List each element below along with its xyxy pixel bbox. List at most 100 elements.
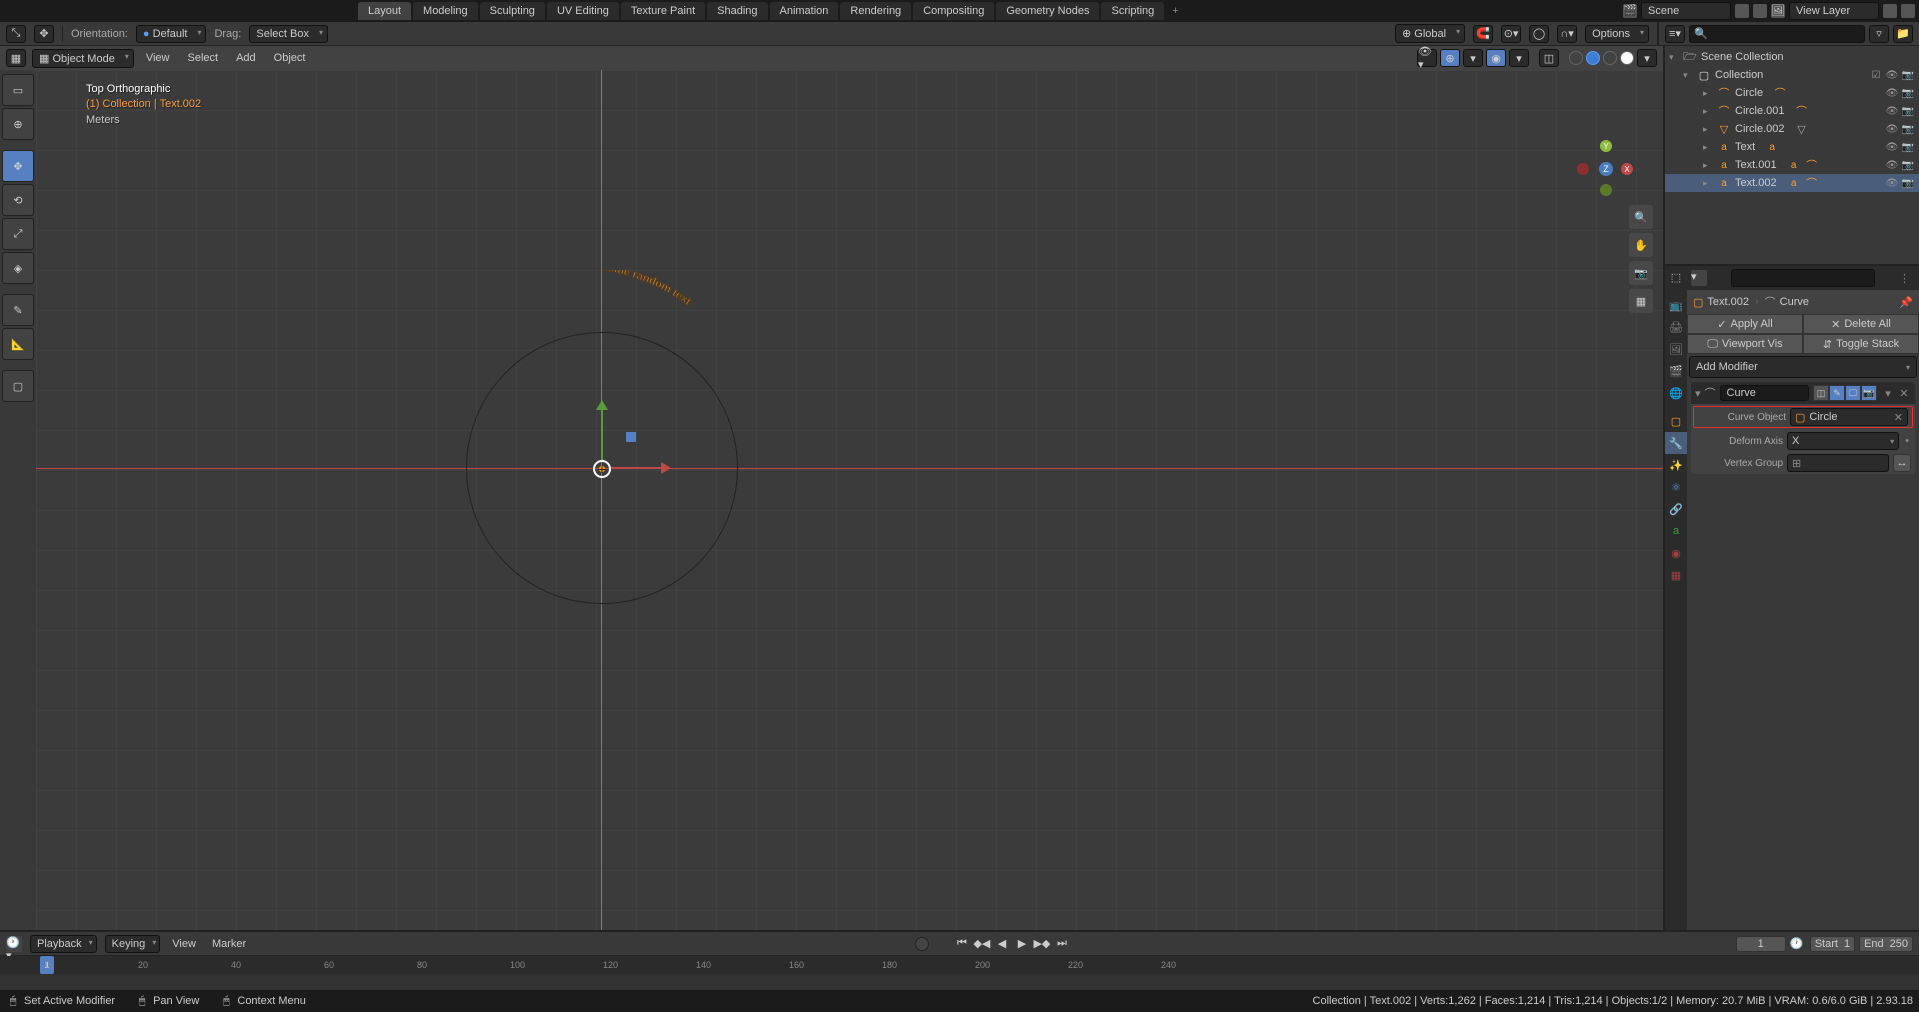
outliner-item-circle001[interactable]: ▸⌒ Circle.001 ⌒ 👁📷 [1665, 102, 1919, 120]
mod-edit-mode-icon[interactable]: ✎ [1829, 385, 1845, 401]
transform-tool[interactable]: ◈ [2, 252, 34, 284]
vertex-group-invert-icon[interactable]: ↔ [1893, 454, 1911, 472]
breadcrumb-object[interactable]: ▢ Text.002 [1693, 296, 1749, 309]
viewlayer-browse-icon[interactable]: 🖼 [1771, 4, 1785, 18]
jump-to-end-icon[interactable]: ⏭ [1053, 935, 1071, 953]
modifier-delete-icon[interactable]: ✕ [1897, 387, 1911, 400]
play-icon[interactable]: ▶ [1013, 935, 1031, 953]
scene-name-field[interactable]: Scene [1641, 2, 1731, 20]
ptab-scene[interactable]: 🎬 [1665, 360, 1687, 382]
shading-options-icon[interactable]: ▾ [1637, 49, 1657, 67]
eye-icon[interactable]: 👁 [1885, 86, 1899, 100]
render-icon[interactable]: 📷 [1901, 158, 1915, 172]
eye-icon[interactable]: 👁 [1885, 68, 1899, 82]
vertex-group-field[interactable]: ⊞ [1787, 454, 1889, 472]
eye-icon[interactable]: 👁 [1885, 140, 1899, 154]
cursor-tool-icon[interactable]: ⤡ [6, 25, 26, 43]
viewport-menu-view[interactable]: View [140, 52, 176, 64]
add-modifier-dropdown[interactable]: Add Modifier [1689, 356, 1917, 378]
props-editor-icon[interactable]: ▾ [1691, 270, 1707, 286]
add-cube-tool[interactable]: ▢ [2, 370, 34, 402]
eye-icon[interactable]: 👁 [1885, 158, 1899, 172]
ptab-texture[interactable]: ▦ [1665, 564, 1687, 586]
tab-sculpting[interactable]: Sculpting [480, 2, 545, 20]
options-dropdown[interactable]: Options [1585, 25, 1649, 43]
xray-toggle-icon[interactable]: ◫ [1539, 49, 1559, 67]
pan-icon[interactable]: ✋ [1629, 233, 1653, 257]
keyframe-prev-icon[interactable]: ◆◀ [973, 935, 991, 953]
toggle-stack-button[interactable]: ⇵Toggle Stack [1803, 334, 1919, 354]
modifier-extras-icon[interactable]: ▾ [1881, 387, 1895, 400]
proportional-icon[interactable]: ◯ [1529, 25, 1549, 43]
gizmo-toggle-icon[interactable]: ⊕ [1440, 49, 1460, 67]
render-icon[interactable]: 📷 [1901, 104, 1915, 118]
ptab-viewlayer[interactable]: 🖼 [1665, 338, 1687, 360]
scene-new-icon[interactable] [1735, 4, 1749, 18]
viewlayer-new-icon[interactable] [1883, 4, 1897, 18]
tab-compositing[interactable]: Compositing [913, 2, 994, 20]
mod-on-cage-icon[interactable]: ◫ [1813, 385, 1829, 401]
current-frame-field[interactable]: 1 [1736, 936, 1786, 952]
measure-tool[interactable]: 📐 [2, 328, 34, 360]
clear-curve-object-icon[interactable]: ✕ [1894, 411, 1903, 424]
outliner-new-collection-icon[interactable]: 📁 [1893, 25, 1913, 43]
overlays-options-icon[interactable]: ▾ [1509, 49, 1529, 67]
play-reverse-icon[interactable]: ◀ [993, 935, 1011, 953]
frame-clock-icon[interactable]: 🕐 [1790, 937, 1806, 950]
start-frame-field[interactable]: Start1 [1810, 936, 1855, 952]
gizmo-x-negative[interactable] [1577, 163, 1589, 175]
tab-uv-editing[interactable]: UV Editing [547, 2, 619, 20]
scene-browse-icon[interactable]: 🎬 [1623, 4, 1637, 18]
outliner-item-circle002[interactable]: ▸▽ Circle.002 ▽ 👁📷 [1665, 120, 1919, 138]
overlays-toggle-icon[interactable]: ◉ [1486, 49, 1506, 67]
shading-solid-icon[interactable] [1586, 51, 1600, 65]
gizmo-y-negative[interactable] [1600, 184, 1612, 196]
apply-all-button[interactable]: ✓Apply All [1687, 314, 1803, 334]
render-icon[interactable]: 📷 [1901, 68, 1915, 82]
viewport-3d[interactable]: Top Orthographic (1) Collection | Text.0… [36, 70, 1663, 930]
ptab-physics[interactable]: ⚛ [1665, 476, 1687, 498]
gizmo-z-center[interactable]: Z [1599, 162, 1613, 176]
ptab-render[interactable]: 📺 [1665, 294, 1687, 316]
ptab-material[interactable]: ◉ [1665, 542, 1687, 564]
viewlayer-name-field[interactable]: View Layer [1789, 2, 1879, 20]
tab-geometry-nodes[interactable]: Geometry Nodes [996, 2, 1099, 20]
timeline-view-menu[interactable]: View [168, 938, 200, 950]
orientation-dropdown[interactable]: ● Default [136, 25, 207, 43]
outliner-display-mode-icon[interactable]: ≡▾ [1665, 25, 1685, 43]
outliner-search-input[interactable]: 🔍 [1689, 25, 1865, 43]
delete-all-button[interactable]: ✕Delete All [1803, 314, 1919, 334]
move-gizmo-y-axis[interactable] [599, 400, 605, 460]
outliner-item-circle[interactable]: ▸⌒ Circle ⌒ 👁📷 [1665, 84, 1919, 102]
snap-icon[interactable]: 🧲 [1473, 25, 1493, 43]
ptab-data[interactable]: a [1665, 520, 1687, 542]
mod-render-icon[interactable]: 📷 [1861, 385, 1877, 401]
ptab-output[interactable]: 🖨 [1665, 316, 1687, 338]
gizmo-options-icon[interactable]: ▾ [1463, 49, 1483, 67]
shading-rendered-icon[interactable] [1620, 51, 1634, 65]
outliner-item-text[interactable]: ▸a Text a 👁📷 [1665, 138, 1919, 156]
viewport-menu-add[interactable]: Add [230, 52, 262, 64]
render-icon[interactable]: 📷 [1901, 86, 1915, 100]
zoom-icon[interactable]: 🔍 [1629, 205, 1653, 229]
animate-property-icon[interactable]: • [1903, 435, 1911, 447]
outliner-filter-icon[interactable]: ▿ [1869, 25, 1889, 43]
curve-object-field[interactable]: ▢ Circle ✕ [1790, 408, 1908, 426]
visibility-toggle-icon[interactable]: 👁▾ [1417, 49, 1437, 67]
scene-delete-icon[interactable] [1753, 4, 1767, 18]
editor-type-icon[interactable]: ▦ [6, 49, 26, 67]
tab-shading[interactable]: Shading [707, 2, 767, 20]
shading-wireframe-icon[interactable] [1569, 51, 1583, 65]
add-workspace-button[interactable]: + [1166, 5, 1184, 17]
tab-texture-paint[interactable]: Texture Paint [621, 2, 705, 20]
outliner-item-text002[interactable]: ▸a Text.002 a⌒ 👁📷 [1665, 174, 1919, 192]
ptab-constraints[interactable]: 🔗 [1665, 498, 1687, 520]
viewport-menu-select[interactable]: Select [181, 52, 224, 64]
cursor-3d-icon[interactable] [593, 460, 611, 478]
render-icon[interactable]: 📷 [1901, 176, 1915, 190]
eye-icon[interactable]: 👁 [1885, 104, 1899, 118]
viewport-menu-object[interactable]: Object [268, 52, 312, 64]
tab-scripting[interactable]: Scripting [1101, 2, 1164, 20]
render-icon[interactable]: 📷 [1901, 122, 1915, 136]
timeline-track[interactable]: 1 020406080100120140160180200220240 [0, 956, 1919, 990]
